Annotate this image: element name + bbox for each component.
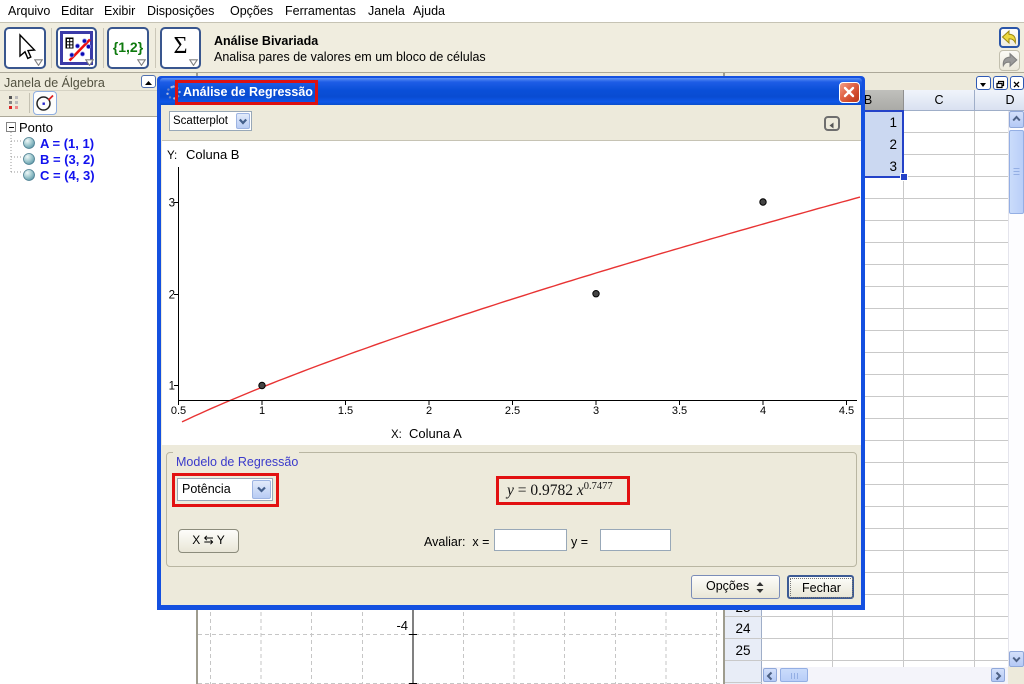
svg-text:-4: -4 (396, 618, 408, 633)
svg-text:2: 2 (169, 290, 175, 302)
svg-text:Y:: Y: (167, 150, 177, 162)
svg-text:Coluna B: Coluna B (186, 147, 239, 162)
svg-text:2: 2 (426, 405, 432, 417)
svg-text:1: 1 (259, 405, 265, 417)
svg-text:0.5: 0.5 (171, 405, 186, 417)
svg-text:X:: X: (391, 429, 402, 441)
svg-text:1.5: 1.5 (338, 405, 353, 417)
svg-text:3: 3 (169, 198, 175, 210)
svg-text:3: 3 (593, 405, 599, 417)
svg-text:4.5: 4.5 (839, 405, 854, 417)
svg-text:3.5: 3.5 (672, 405, 687, 417)
svg-text:1: 1 (169, 381, 175, 393)
svg-text:4: 4 (760, 405, 766, 417)
svg-text:Coluna A: Coluna A (409, 426, 462, 441)
svg-text:2.5: 2.5 (505, 405, 520, 417)
